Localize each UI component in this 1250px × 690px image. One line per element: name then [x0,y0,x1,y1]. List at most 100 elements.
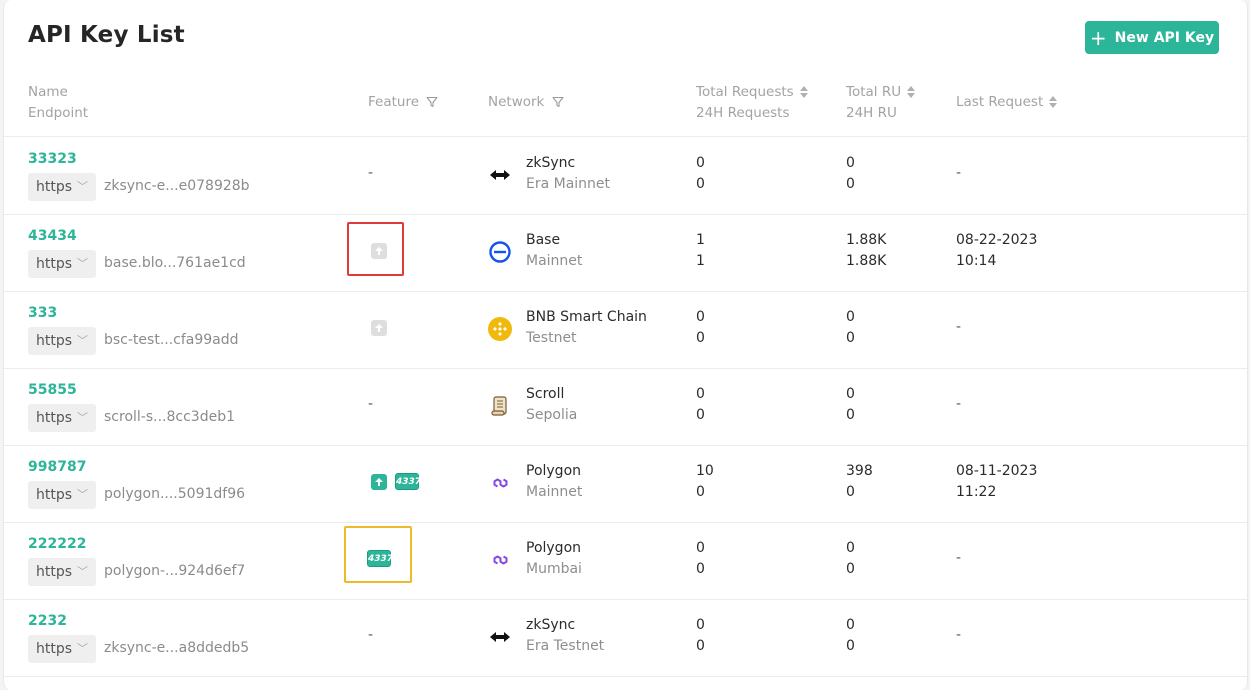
plus-icon: + [1089,25,1107,50]
col-24h-ru-label: 24H RU [846,105,897,121]
ru-24h: 1.88K [846,253,887,269]
total-ru: 0 [846,309,855,325]
endpoint-text[interactable]: scroll-s...8cc3deb1 [104,409,235,425]
chevron-down-icon: ﹀ [77,180,88,193]
new-api-key-label: New API Key [1114,29,1215,46]
network-sub: Testnet [526,330,577,346]
table-header: Name Endpoint Feature Network Total Requ… [4,72,1247,137]
col-feature[interactable]: Feature [368,92,438,113]
col-network[interactable]: Network [488,92,564,113]
erc4337-badge[interactable]: 4337 [367,550,393,567]
endpoint-text[interactable]: zksync-e...a8ddedb5 [104,640,249,656]
api-key-name[interactable]: 43434 [28,228,77,244]
col-total-requests-label: Total Requests [696,84,794,100]
col-network-label: Network [488,94,545,110]
total-ru: 398 [846,463,873,479]
network-sub: Mainnet [526,484,583,500]
api-key-name[interactable]: 998787 [28,459,86,475]
endpoint-text[interactable]: base.blo...761ae1cd [104,255,246,271]
new-api-key-button[interactable]: + New API Key [1085,21,1219,54]
polygon-icon [493,478,508,488]
sort-icon[interactable] [1049,96,1058,108]
table-row[interactable]: 43434 https ﹀ base.blo...761ae1cd Base Ma… [4,214,1247,292]
api-key-name[interactable]: 2232 [28,613,67,629]
table-row[interactable]: 2232 https ﹀ zksync-e...a8ddedb5 - zkSync… [4,599,1247,677]
last-request: - [956,165,962,181]
upload-feature-icon[interactable] [371,243,387,259]
protocol-value: https [36,487,73,503]
feature-empty: - [368,627,374,643]
protocol-value: https [36,564,73,580]
upload-feature-icon[interactable] [371,474,387,490]
table-row[interactable]: 222222 https ﹀ polygon-...924d6ef7 4337 P… [4,522,1247,600]
total-requests: 0 [696,386,705,402]
api-key-name[interactable]: 55855 [28,382,77,398]
requests-24h: 0 [696,561,705,577]
col-24h-requests-label: 24H Requests [696,105,790,121]
table-row[interactable]: 55855 https ﹀ scroll-s...8cc3deb1 - Scrol… [4,368,1247,446]
ru-24h: 0 [846,484,855,500]
total-requests: 1 [696,232,705,248]
filter-icon[interactable] [552,96,564,108]
zksync-icon [490,632,510,642]
protocol-select[interactable]: https ﹀ [28,173,96,201]
table-row[interactable]: 333 https ﹀ bsc-test...cfa99add BNB Smart… [4,291,1247,369]
api-key-list-card: API Key List + New API Key Name Endpoint… [3,0,1248,690]
network-name: zkSync [526,155,576,171]
network-name: Scroll [526,386,565,402]
col-last-request-label: Last Request [956,94,1044,110]
last-request: - [956,396,962,412]
total-ru: 0 [846,386,855,402]
col-name-endpoint: Name Endpoint [28,82,88,124]
protocol-select[interactable]: https ﹀ [28,558,96,586]
col-total-ru-label: Total RU [846,84,902,100]
col-ru[interactable]: Total RU 24H RU [846,82,916,124]
erc4337-badge[interactable]: 4337 [395,473,421,490]
total-ru: 0 [846,617,855,633]
protocol-select[interactable]: https ﹀ [28,327,96,355]
ru-24h: 0 [846,561,855,577]
api-key-name[interactable]: 33323 [28,151,77,167]
protocol-select[interactable]: https ﹀ [28,481,96,509]
network-sub: Mainnet [526,253,583,269]
chevron-down-icon: ﹀ [77,334,88,347]
col-requests[interactable]: Total Requests 24H Requests [696,82,809,124]
total-requests: 0 [696,617,705,633]
chevron-down-icon: ﹀ [77,257,88,270]
upload-feature-icon[interactable] [371,320,387,336]
ru-24h: 0 [846,330,855,346]
protocol-value: https [36,641,73,657]
table-row[interactable]: 33323 https ﹀ zksync-e...e078928b - zkSyn… [4,137,1247,215]
endpoint-text[interactable]: bsc-test...cfa99add [104,332,239,348]
polygon-icon [493,555,508,565]
last-request: - [956,627,962,643]
requests-24h: 0 [696,330,705,346]
last-request-date: 08-22-2023 [956,232,1038,248]
sort-icon[interactable] [799,86,809,98]
requests-24h: 0 [696,176,705,192]
sort-icon[interactable] [907,86,916,98]
requests-24h: 0 [696,638,705,654]
page-title: API Key List [28,22,185,48]
last-request: - [956,550,962,566]
base-icon [489,241,511,263]
api-key-name[interactable]: 222222 [28,536,86,552]
total-ru: 0 [846,155,855,171]
endpoint-text[interactable]: polygon-...924d6ef7 [104,563,245,579]
endpoint-text[interactable]: polygon....5091df96 [104,486,245,502]
chevron-down-icon: ﹀ [77,488,88,501]
total-ru: 0 [846,540,855,556]
col-last-request[interactable]: Last Request [956,92,1058,113]
protocol-select[interactable]: https ﹀ [28,250,96,278]
col-feature-label: Feature [368,94,420,110]
network-name: Polygon [526,463,582,479]
endpoint-text[interactable]: zksync-e...e078928b [104,178,250,194]
table-row[interactable]: 998787 https ﹀ polygon....5091df96 4337 P… [4,445,1247,523]
feature-empty: - [368,165,374,181]
protocol-select[interactable]: https ﹀ [28,404,96,432]
protocol-value: https [36,410,73,426]
network-name: BNB Smart Chain [526,309,647,325]
filter-icon[interactable] [426,96,438,108]
protocol-select[interactable]: https ﹀ [28,635,96,663]
api-key-name[interactable]: 333 [28,305,57,321]
